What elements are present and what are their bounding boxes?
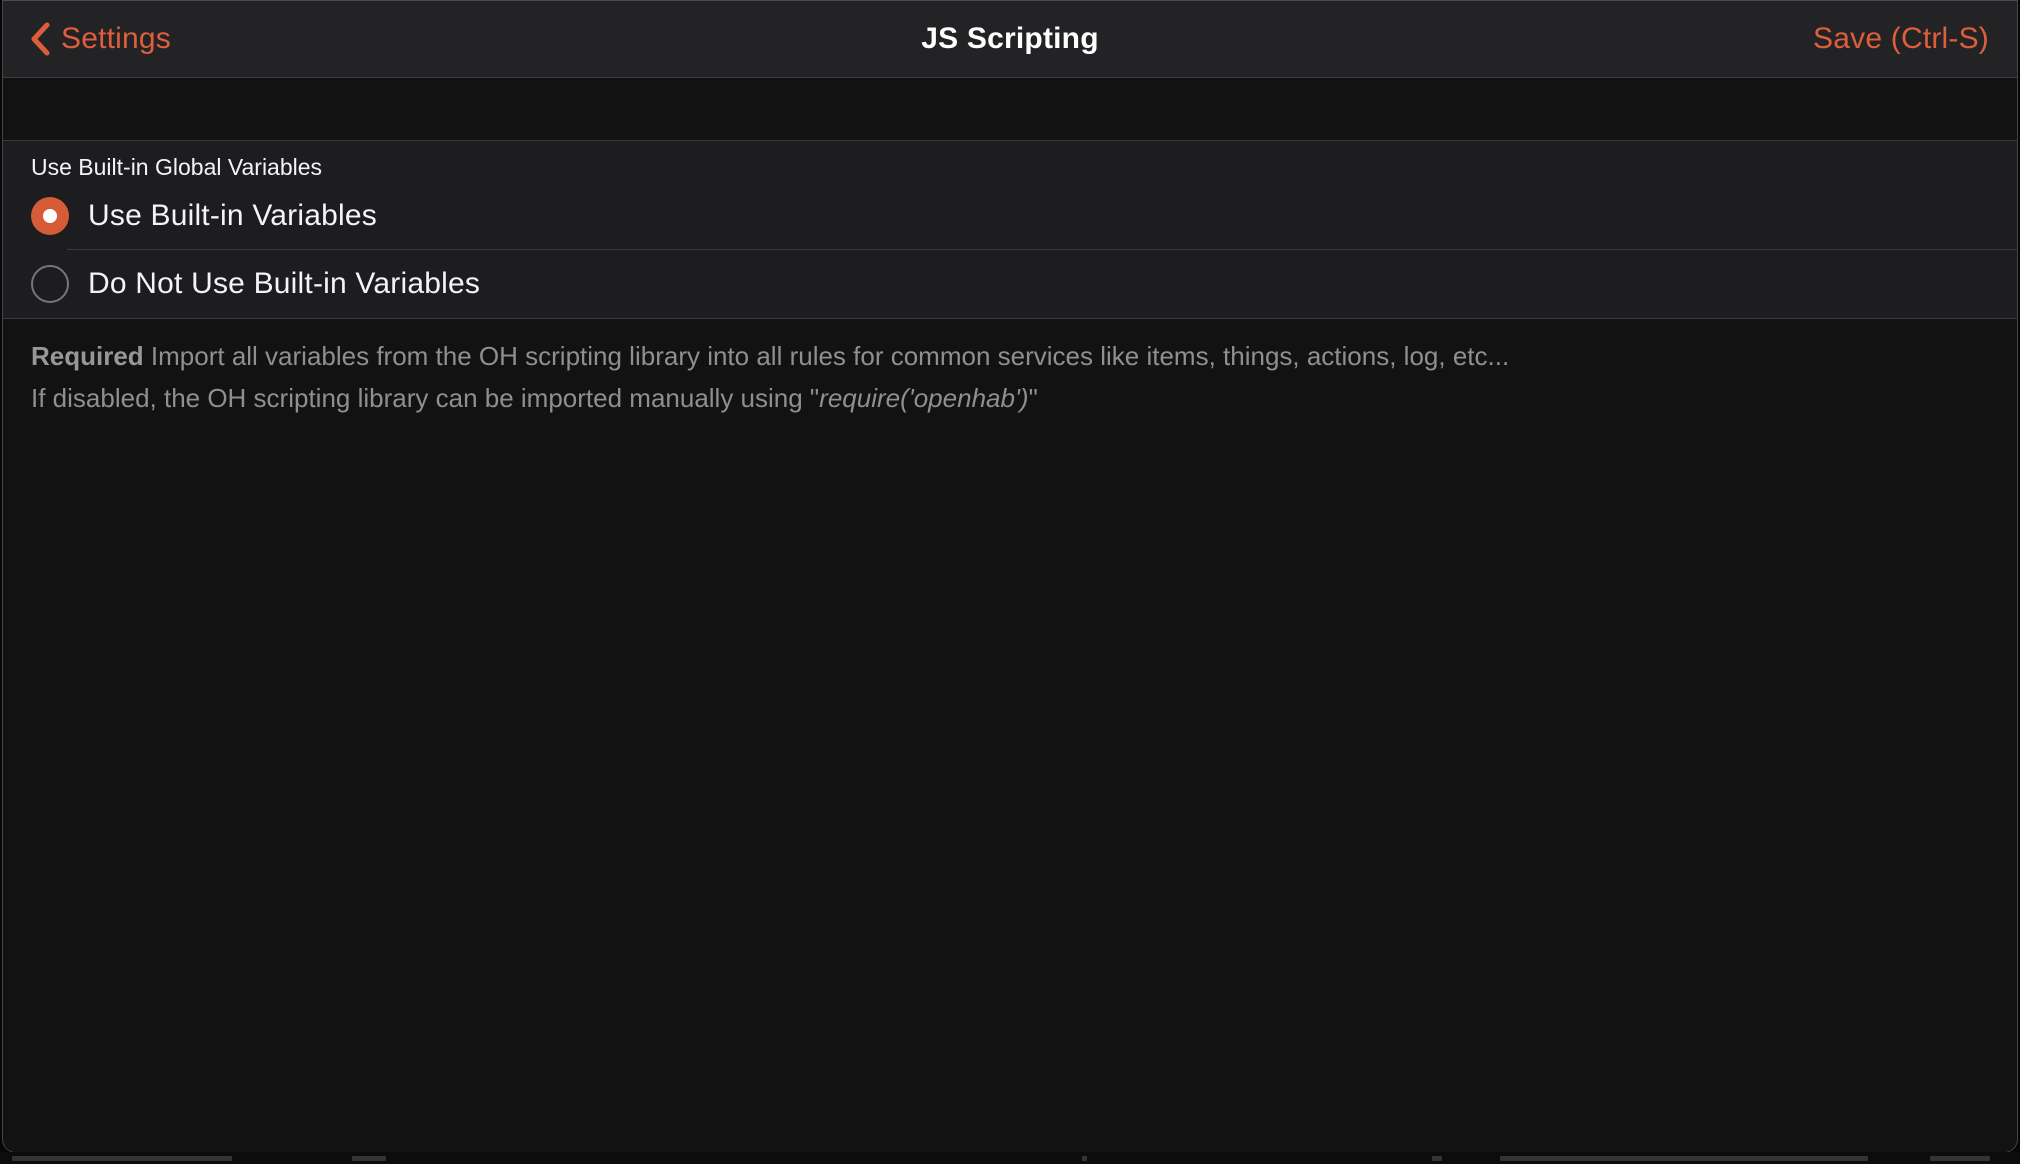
page-title: JS Scripting — [3, 22, 2017, 56]
setting-description-line1: Required Import all variables from the O… — [31, 335, 1987, 377]
setting-description-line2: If disabled, the OH scripting library ca… — [31, 377, 1987, 419]
radio-selected-icon — [31, 197, 69, 235]
background-text-fragment — [1082, 1156, 1087, 1161]
panel-empty-area — [3, 419, 2017, 1152]
background-page-strip — [0, 1152, 2020, 1164]
radio-option-no-builtin[interactable]: Do Not Use Built-in Variables — [3, 250, 2017, 318]
background-text-fragment — [1432, 1156, 1442, 1161]
background-text-fragment — [12, 1156, 232, 1161]
radio-option-use-builtin[interactable]: Use Built-in Variables — [3, 183, 2017, 249]
js-scripting-settings-panel: Settings JS Scripting Save (Ctrl-S) Use … — [2, 0, 2018, 1153]
radio-unselected-icon — [31, 265, 69, 303]
background-text-fragment — [1500, 1156, 1868, 1161]
description-line2-suffix: " — [1029, 383, 1038, 413]
background-text-fragment — [352, 1156, 386, 1161]
top-spacer — [3, 78, 2017, 140]
setting-group-label: Use Built-in Global Variables — [3, 141, 2017, 183]
navbar: Settings JS Scripting Save (Ctrl-S) — [3, 1, 2017, 78]
description-line2-code: require('openhab') — [819, 383, 1028, 413]
radio-option-label: Use Built-in Variables — [88, 199, 377, 233]
description-line2-prefix: If disabled, the OH scripting library ca… — [31, 383, 819, 413]
radio-option-label: Do Not Use Built-in Variables — [88, 267, 480, 301]
save-button[interactable]: Save (Ctrl-S) — [1813, 1, 1989, 77]
save-button-label: Save (Ctrl-S) — [1813, 22, 1989, 56]
setting-description: Required Import all variables from the O… — [3, 319, 2017, 419]
required-badge: Required — [31, 341, 144, 371]
setting-list: Use Built-in Global Variables Use Built-… — [3, 140, 2017, 319]
background-text-fragment — [1930, 1156, 1990, 1161]
description-line1-text: Import all variables from the OH scripti… — [144, 341, 1509, 371]
